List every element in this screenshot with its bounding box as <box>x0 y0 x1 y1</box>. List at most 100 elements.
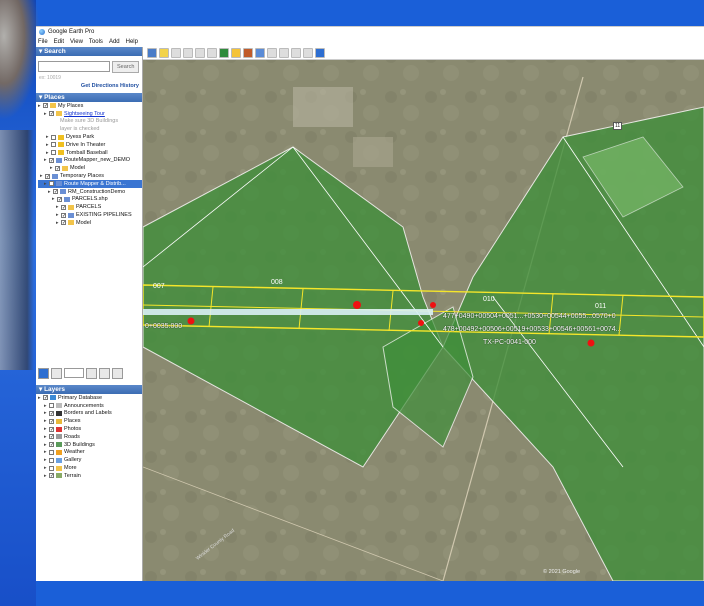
places-item[interactable]: ▸ ✓ PARCELS <box>38 203 142 211</box>
station-marker-3[interactable] <box>430 302 436 308</box>
map-copyright: © 2021 Google <box>543 569 581 575</box>
placemark-icon[interactable] <box>159 48 169 58</box>
layer-item[interactable]: ▸ ✓ Places <box>38 417 142 425</box>
sun-icon[interactable] <box>231 48 241 58</box>
search-button[interactable]: Search <box>112 61 140 73</box>
places-item[interactable]: ▸ Tomball Baseball <box>38 149 142 157</box>
item-label: Gallery <box>64 457 82 464</box>
visibility-checkbox[interactable] <box>51 150 56 156</box>
visibility-checkbox[interactable]: ✓ <box>45 173 50 179</box>
places-item[interactable]: ▸ ✓ PARCELS.shp <box>38 196 142 204</box>
item-label: Roads <box>64 433 80 440</box>
layer-item[interactable]: ▸ Weather <box>38 449 142 457</box>
layer-item[interactable]: ▸ ✓ Primary Database <box>38 394 142 402</box>
desktop-decoration <box>0 0 40 120</box>
polygon-icon[interactable] <box>171 48 181 58</box>
layer-item[interactable]: ▸ ✓ Photos <box>38 425 142 433</box>
earth-gallery-icon[interactable] <box>315 48 325 58</box>
places-item[interactable]: ▸ ✓ EXISTING PIPELINES <box>38 211 142 219</box>
visibility-checkbox[interactable]: ✓ <box>49 157 54 163</box>
history-link[interactable]: History <box>120 83 139 89</box>
tour-record-icon[interactable] <box>207 48 217 58</box>
visibility-checkbox[interactable]: ✓ <box>53 189 58 195</box>
map-view[interactable]: 11 007 008 010 011 0+0035.000 477+0490+0… <box>143 47 704 581</box>
visibility-checkbox[interactable]: ✓ <box>43 103 48 109</box>
visibility-checkbox[interactable]: ✓ <box>49 111 54 117</box>
station-label-4: TX-PC-0041-000 <box>483 339 536 346</box>
places-item[interactable]: ▸ ✓ My Places <box>38 102 142 110</box>
visibility-checkbox[interactable] <box>51 142 56 148</box>
visibility-checkbox[interactable]: ✓ <box>61 220 66 226</box>
search-header[interactable]: ▾ Search <box>36 47 142 56</box>
visibility-checkbox[interactable]: ✓ <box>61 212 66 218</box>
maps-icon[interactable] <box>303 48 313 58</box>
places-item[interactable]: ▸ Drive In Theater <box>38 141 142 149</box>
up-arrow-icon[interactable] <box>86 367 97 379</box>
visibility-checkbox[interactable] <box>51 134 56 140</box>
layer-item[interactable]: ▸ ✓ Terrain <box>38 472 142 480</box>
visibility-checkbox[interactable]: ✓ <box>57 196 62 202</box>
print-icon[interactable] <box>279 48 289 58</box>
places-item[interactable]: ▸ ✓ RouteMapper_new_DEMO <box>38 157 142 165</box>
item-label: 3D Buildings <box>64 441 95 448</box>
tour-icon[interactable] <box>112 367 123 379</box>
visibility-checkbox[interactable]: ✓ <box>43 395 48 401</box>
menu-tools[interactable]: Tools <box>89 39 103 45</box>
visibility-checkbox[interactable]: ✓ <box>49 181 54 187</box>
item-label: Borders and Labels <box>64 410 112 417</box>
places-filter-box[interactable] <box>64 368 84 378</box>
path-icon[interactable] <box>183 48 193 58</box>
places-item[interactable]: ▸ ✓ Temporary Places <box>38 172 142 180</box>
visibility-checkbox[interactable]: ✓ <box>49 410 54 416</box>
visibility-checkbox[interactable] <box>49 449 54 455</box>
visibility-checkbox[interactable]: ✓ <box>49 473 54 479</box>
places-item[interactable]: ▸ ✓ Model <box>38 164 142 172</box>
email-icon[interactable] <box>267 48 277 58</box>
layer-item[interactable]: ▸ Announcements <box>38 402 142 410</box>
layer-item[interactable]: ▸ ✓ Borders and Labels <box>38 410 142 418</box>
historical-imagery-icon[interactable] <box>219 48 229 58</box>
station-marker[interactable] <box>353 301 361 309</box>
visibility-checkbox[interactable]: ✓ <box>49 434 54 440</box>
layer-item[interactable]: ▸ Gallery <box>38 456 142 464</box>
visibility-checkbox[interactable]: ✓ <box>55 165 60 171</box>
places-item[interactable]: ▸ Dyess Park <box>38 133 142 141</box>
search-input[interactable] <box>38 61 110 72</box>
search-places-button[interactable] <box>38 367 49 379</box>
station-marker-5[interactable] <box>418 320 424 326</box>
planets-icon[interactable] <box>243 48 253 58</box>
places-item[interactable]: ▸ ✓ Sightseeing Tour <box>38 110 142 118</box>
existing-pipeline[interactable] <box>143 309 433 315</box>
save-image-icon[interactable] <box>291 48 301 58</box>
item-label: Places <box>64 418 81 425</box>
menu-add[interactable]: Add <box>109 39 120 45</box>
down-arrow-icon[interactable] <box>99 367 110 379</box>
sidebar-toggle-icon[interactable] <box>147 48 157 58</box>
menu-edit[interactable]: Edit <box>54 39 64 45</box>
visibility-checkbox[interactable]: ✓ <box>49 442 54 448</box>
layer-item[interactable]: ▸ More <box>38 464 142 472</box>
layer-item[interactable]: ▸ ✓ 3D Buildings <box>38 441 142 449</box>
places-item[interactable]: ▸ ✓ Model <box>38 219 142 227</box>
get-directions-link[interactable]: Get Directions <box>81 83 119 89</box>
overlay-icon[interactable] <box>195 48 205 58</box>
parcel-label-011: 011 <box>595 303 607 310</box>
visibility-checkbox[interactable] <box>49 403 54 409</box>
places-header[interactable]: ▾ Places <box>36 93 142 102</box>
places-item[interactable]: ▸ ✓ RM_ConstructionDemo <box>38 188 142 196</box>
panel-toggle-button[interactable] <box>51 367 62 379</box>
visibility-checkbox[interactable]: ✓ <box>49 418 54 424</box>
visibility-checkbox[interactable] <box>49 465 54 471</box>
station-marker-2[interactable] <box>187 317 195 325</box>
menu-view[interactable]: View <box>70 39 83 45</box>
station-marker-4[interactable] <box>587 339 595 347</box>
menu-file[interactable]: File <box>38 39 48 45</box>
menu-help[interactable]: Help <box>126 39 138 45</box>
visibility-checkbox[interactable]: ✓ <box>61 204 66 210</box>
visibility-checkbox[interactable]: ✓ <box>49 426 54 432</box>
layers-header[interactable]: ▾ Layers <box>36 385 142 394</box>
ruler-icon[interactable] <box>255 48 265 58</box>
visibility-checkbox[interactable] <box>49 457 54 463</box>
layer-item[interactable]: ▸ ✓ Roads <box>38 433 142 441</box>
places-item[interactable]: ▸ ✓ Route Mapper & Distrib... <box>38 179 142 188</box>
